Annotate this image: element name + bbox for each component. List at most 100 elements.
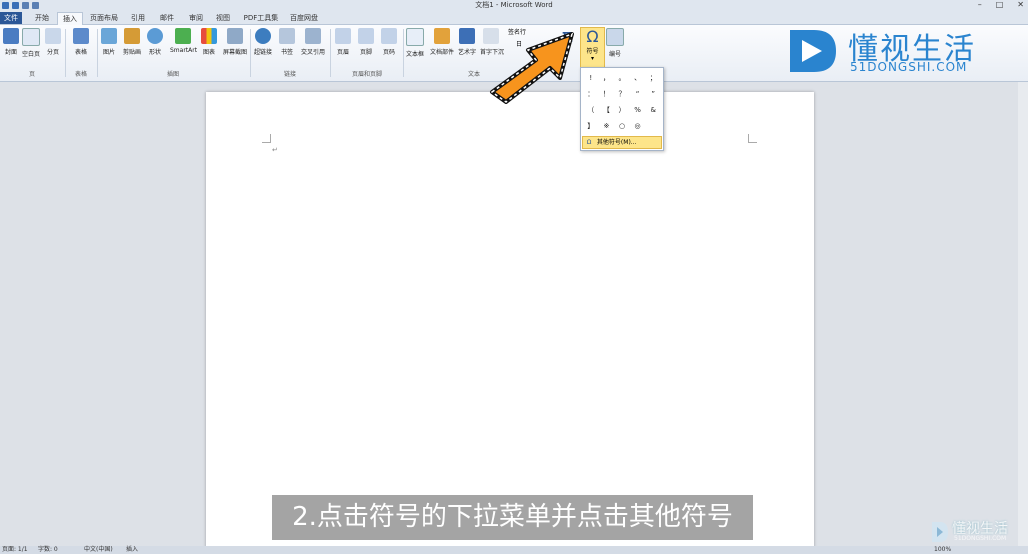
symbol-grid: ! ， 。 、 ； ： ！ ？ “ ” （ 【 ） % & 】 ※ ○ ◎	[583, 70, 661, 134]
symbol-cell[interactable]: ※	[599, 118, 615, 134]
table-icon	[73, 28, 89, 44]
watermark-play-icon	[932, 522, 948, 542]
cross-reference-button[interactable]: 交叉引用	[300, 28, 326, 68]
brand-logo: 懂视生活 51DONGSHI.COM	[784, 24, 1004, 76]
omega-icon: Ω	[586, 27, 599, 46]
symbol-cell[interactable]: ）	[614, 102, 630, 118]
quick-parts-button[interactable]: 文档部件	[429, 28, 455, 68]
tab-file[interactable]: 文件	[0, 12, 22, 24]
number-button[interactable]: 编号	[604, 28, 626, 68]
language-indicator[interactable]: 中文(中国)	[84, 546, 113, 554]
close-button[interactable]: ✕	[1017, 0, 1024, 10]
tab-insert[interactable]: 插入	[57, 12, 83, 25]
text-box-label: 文本框	[405, 51, 424, 58]
symbol-cell[interactable]: 。	[614, 70, 630, 86]
tutorial-subtitle: 2.点击符号的下拉菜单并点击其他符号	[272, 495, 753, 540]
clip-art-icon	[124, 28, 140, 44]
header-icon	[335, 28, 351, 44]
insert-mode-indicator[interactable]: 插入	[126, 546, 138, 554]
bookmark-button[interactable]: 书签	[276, 28, 298, 68]
picture-label: 图片	[102, 49, 115, 56]
page-number-label: 页码	[382, 49, 395, 56]
blank-page-label: 空白页	[21, 51, 40, 58]
number-icon	[606, 28, 624, 46]
cross-reference-label: 交叉引用	[300, 49, 325, 56]
screenshot-button[interactable]: 屏幕截图	[222, 28, 248, 68]
clip-art-button[interactable]: 剪贴画	[121, 28, 143, 68]
shapes-button[interactable]: 形状	[144, 28, 166, 68]
header-button[interactable]: 页眉	[332, 28, 354, 68]
page-count[interactable]: 页面: 1/1	[2, 546, 28, 554]
chart-icon	[201, 28, 217, 44]
symbol-cell[interactable]: ；	[645, 70, 661, 86]
tab-view[interactable]: 视图	[211, 12, 235, 24]
text-box-button[interactable]: 文本框	[404, 28, 426, 68]
tab-baidu-netdisk[interactable]: 百度网盘	[286, 12, 322, 24]
page-break-button[interactable]: 分页	[42, 28, 64, 68]
watermark-logo: 懂视生活 51DONGSHI.COM	[930, 518, 1026, 546]
window-title: 文档1 - Microsoft Word	[475, 1, 553, 9]
tab-mailings[interactable]: 邮件	[155, 12, 179, 24]
symbol-cell[interactable]: ○	[614, 118, 630, 134]
symbol-cell[interactable]	[645, 118, 661, 134]
hyperlink-button[interactable]: 超链接	[252, 28, 274, 68]
wordart-button[interactable]: 艺术字	[456, 28, 478, 68]
word-count[interactable]: 字数: 0	[38, 546, 58, 554]
group-header-footer: 页眉和页脚	[351, 71, 382, 78]
symbol-cell[interactable]: ◎	[630, 118, 646, 134]
group-separator	[330, 29, 331, 77]
bookmark-icon	[279, 28, 295, 44]
symbol-cell[interactable]: ”	[645, 86, 661, 102]
tab-home[interactable]: 开始	[30, 12, 54, 24]
symbol-cell[interactable]: 】	[583, 118, 599, 134]
clip-art-label: 剪贴画	[122, 49, 141, 56]
text-box-icon	[406, 28, 424, 46]
symbol-cell[interactable]: !	[583, 70, 599, 86]
chart-button[interactable]: 图表	[198, 28, 220, 68]
bookmark-label: 书签	[280, 49, 293, 56]
paragraph-mark-icon: ↵	[272, 146, 278, 154]
tab-review[interactable]: 审阅	[184, 12, 208, 24]
tab-page-layout[interactable]: 页面布局	[86, 12, 122, 24]
symbol-cell[interactable]: “	[630, 86, 646, 102]
shapes-icon	[147, 28, 163, 44]
header-label: 页眉	[336, 49, 349, 56]
more-symbols-button[interactable]: Ω 其他符号(M)...	[582, 136, 662, 149]
group-separator	[250, 29, 251, 77]
smartart-label: SmartArt	[170, 47, 198, 54]
cover-page-button[interactable]: 封面	[0, 28, 22, 68]
tab-pdf-tools[interactable]: PDF工具集	[240, 12, 282, 24]
symbol-cell[interactable]: &	[645, 102, 661, 118]
table-label: 表格	[74, 49, 87, 56]
document-page[interactable]: ↵	[206, 92, 814, 548]
symbol-cell[interactable]: ！	[599, 86, 615, 102]
symbol-cell[interactable]: （	[583, 102, 599, 118]
symbol-cell[interactable]: ：	[583, 86, 599, 102]
page-number-button[interactable]: 页码	[378, 28, 400, 68]
symbol-cell[interactable]: ？	[614, 86, 630, 102]
wordart-label: 艺术字	[457, 49, 476, 56]
zoom-level[interactable]: 100%	[934, 546, 951, 554]
maximize-button[interactable]: □	[996, 0, 1004, 10]
smartart-button[interactable]: SmartArt	[170, 28, 198, 68]
picture-button[interactable]: 图片	[98, 28, 120, 68]
symbol-cell[interactable]: %	[630, 102, 646, 118]
vertical-scrollbar[interactable]	[1018, 82, 1028, 546]
tab-references[interactable]: 引用	[126, 12, 150, 24]
screenshot-label: 屏幕截图	[222, 49, 247, 56]
symbol-button[interactable]: Ω 符号 ▾	[580, 27, 605, 69]
margin-corner	[262, 134, 271, 143]
cross-reference-icon	[305, 28, 321, 44]
minimize-button[interactable]: –	[978, 0, 982, 10]
globe-icon	[255, 28, 271, 44]
chart-label: 图表	[202, 49, 215, 56]
ribbon-tab-bar: 文件 开始 插入 页面布局 引用 邮件 审阅 视图 PDF工具集 百度网盘	[0, 10, 1028, 25]
blank-page-button[interactable]: 空白页	[20, 28, 42, 68]
symbol-cell[interactable]: 【	[599, 102, 615, 118]
page-number-icon	[381, 28, 397, 44]
table-button[interactable]: 表格	[70, 28, 92, 68]
footer-button[interactable]: 页脚	[355, 28, 377, 68]
symbol-cell[interactable]: 、	[630, 70, 646, 86]
logo-english-text: 51DONGSHI.COM	[850, 60, 968, 74]
symbol-cell[interactable]: ，	[599, 70, 615, 86]
